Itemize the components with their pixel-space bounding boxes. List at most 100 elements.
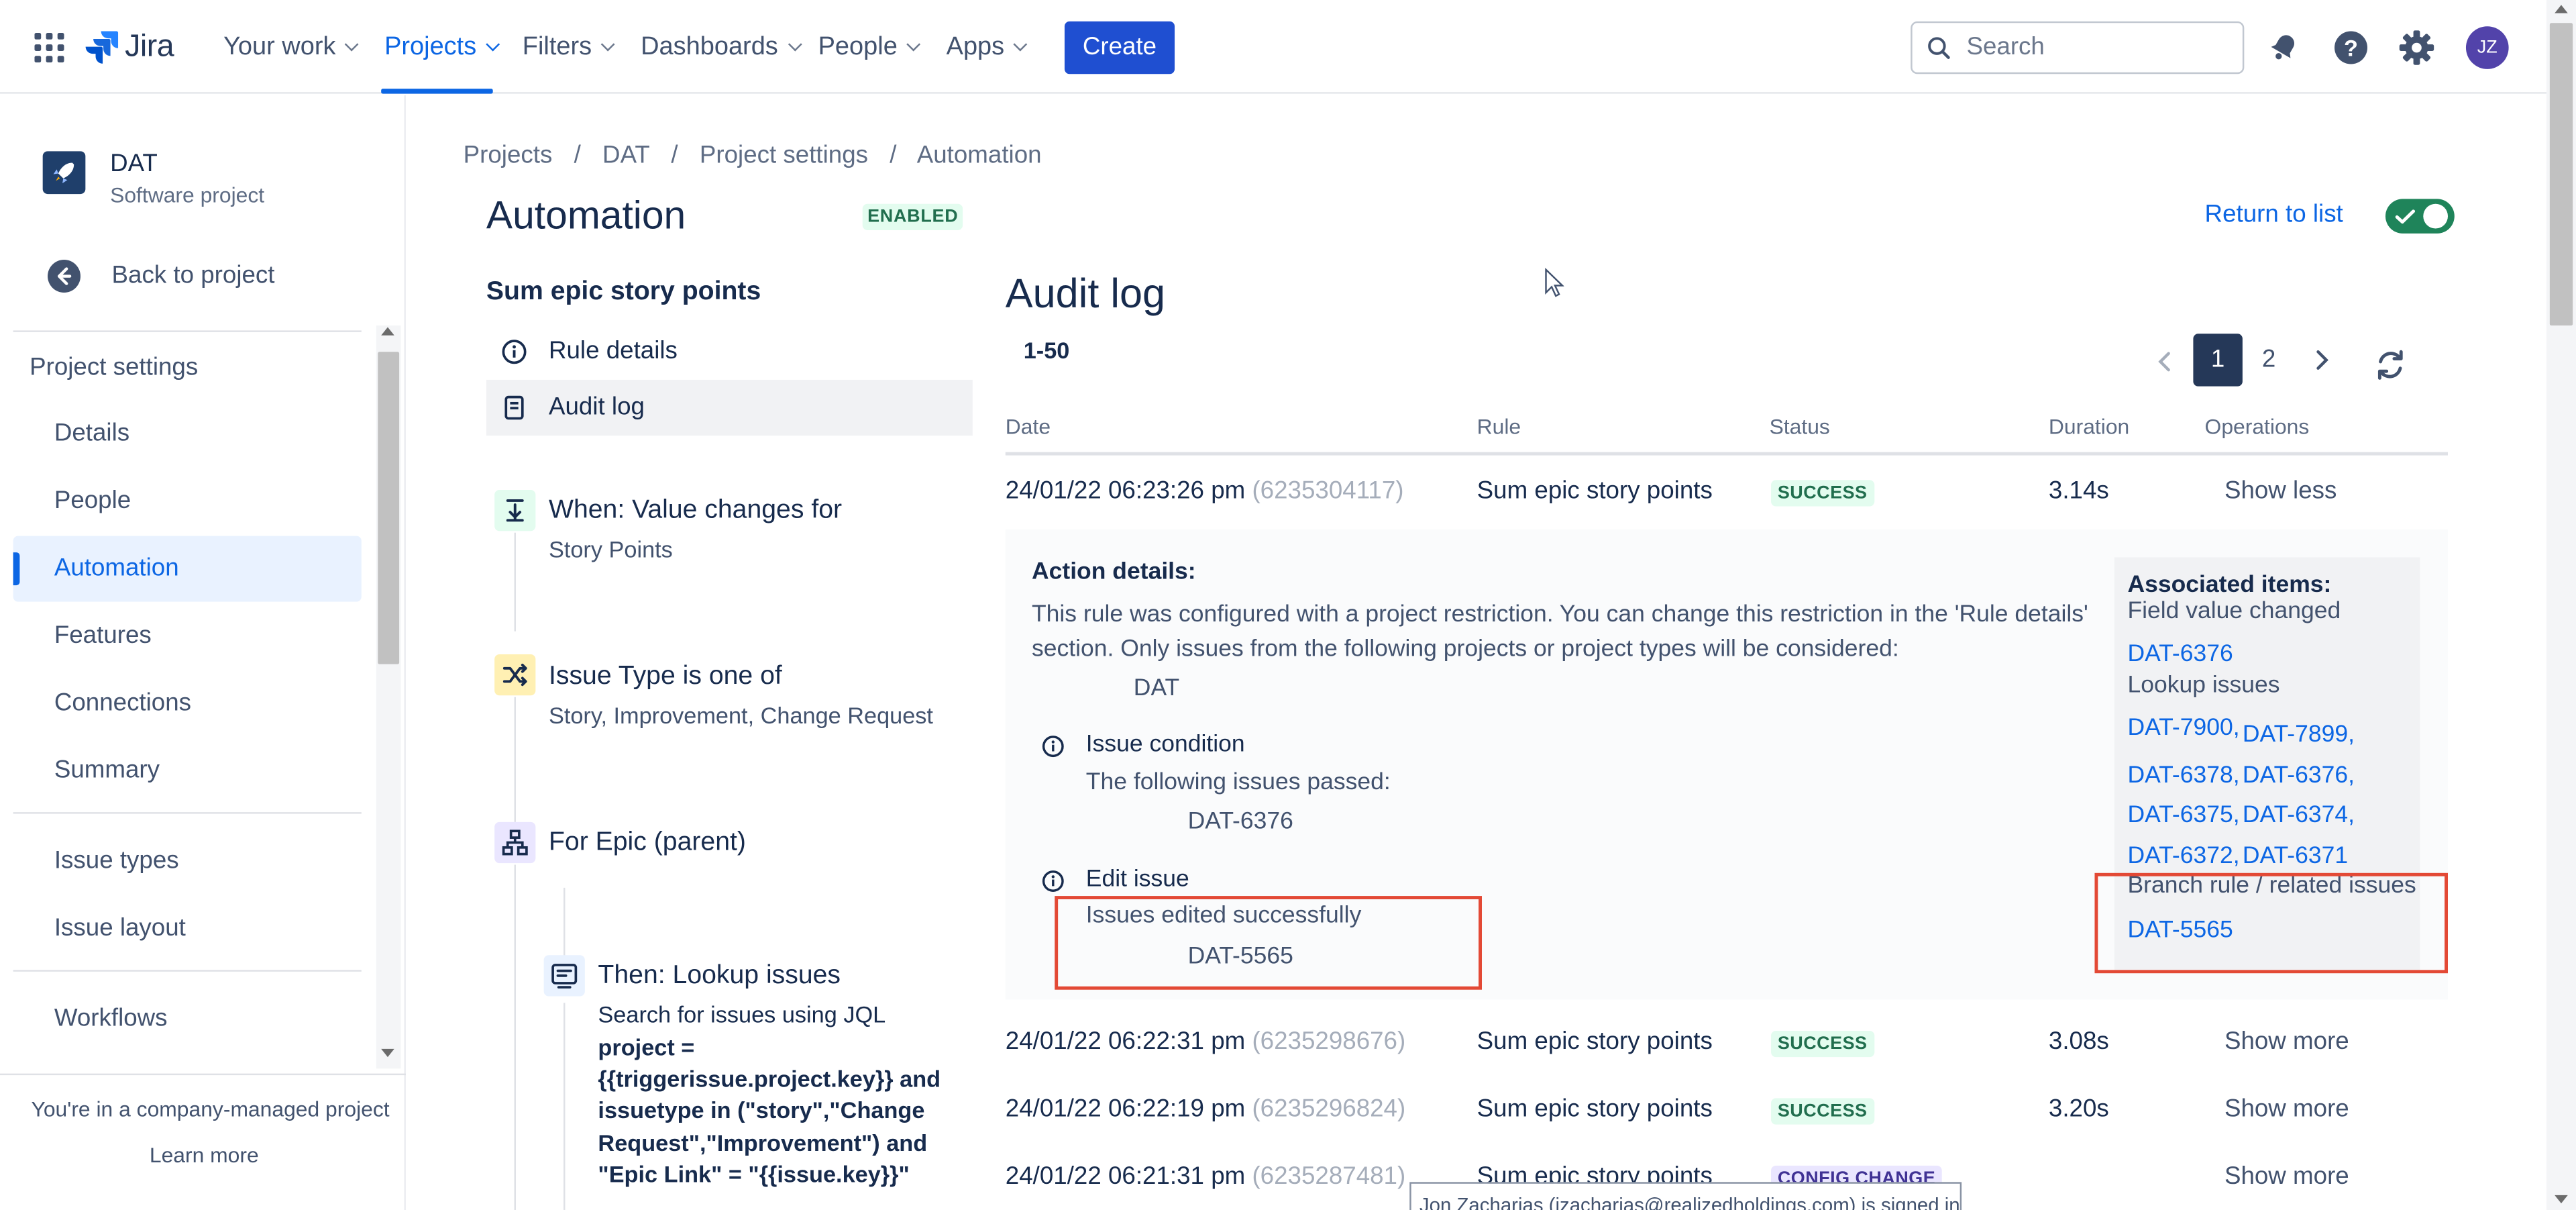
- page-scrollbar-thumb[interactable]: [2549, 23, 2573, 326]
- nav-projects[interactable]: Projects: [384, 0, 500, 94]
- gear-icon[interactable]: [2399, 30, 2435, 66]
- page-2-button[interactable]: 2: [2251, 334, 2287, 386]
- chevron-down-icon: [906, 37, 921, 52]
- nav-your-work[interactable]: Your work: [223, 0, 360, 94]
- app-switcher-icon[interactable]: [34, 32, 64, 63]
- nav-apps[interactable]: Apps: [947, 0, 1028, 94]
- page-1-button[interactable]: 1: [2193, 334, 2243, 387]
- table-header-divider: [1005, 452, 2449, 456]
- avatar[interactable]: JZ: [2465, 26, 2509, 69]
- issue-link[interactable]: DAT-6376,: [2243, 763, 2355, 789]
- scroll-down-arrow-icon[interactable]: [2555, 1195, 2568, 1204]
- return-to-list-link[interactable]: Return to list: [2205, 201, 2343, 229]
- component-title[interactable]: Issue Type is one of: [549, 662, 782, 692]
- create-button[interactable]: Create: [1064, 21, 1175, 74]
- nav-people[interactable]: People: [818, 0, 921, 94]
- status-badge: SUCCESS: [1771, 480, 1874, 507]
- sidebar-item-label: Workflows: [54, 1004, 168, 1033]
- nav-your-work-label: Your work: [223, 32, 336, 61]
- associated-items-heading: Associated items:: [2127, 572, 2332, 599]
- rule-nav-rule-details[interactable]: Rule details: [486, 324, 973, 380]
- check-icon: [2395, 209, 2416, 224]
- branch-hierarchy-icon: [494, 821, 536, 864]
- row-duration: 3.08s: [2048, 1027, 2109, 1056]
- issue-link[interactable]: DAT-7900,: [2127, 715, 2239, 742]
- sidebar-item-label: Issue types: [54, 846, 179, 875]
- sidebar-item-workflows[interactable]: Workflows: [13, 987, 362, 1052]
- learn-more-link[interactable]: Learn more: [150, 1143, 259, 1168]
- nav-filters[interactable]: Filters: [523, 0, 616, 94]
- sidebar-scrollbar-thumb[interactable]: [378, 352, 400, 664]
- show-less-link[interactable]: Show less: [2224, 476, 2337, 505]
- breadcrumb-project-settings[interactable]: Project settings: [700, 142, 868, 170]
- sidebar-item-issue-types[interactable]: Issue types: [13, 829, 362, 895]
- status-badge: ENABLED: [862, 203, 963, 230]
- issue-link[interactable]: DAT-6378,: [2127, 763, 2239, 789]
- edit-issue-title: Edit issue: [1085, 866, 1189, 893]
- sidebar-item-details[interactable]: Details: [13, 401, 362, 467]
- trigger-icon: [494, 490, 536, 532]
- sidebar-item-summary[interactable]: Summary: [13, 738, 362, 804]
- previous-page-chevron-icon[interactable]: [2157, 350, 2174, 372]
- rule-enabled-toggle[interactable]: [2385, 199, 2455, 234]
- rule-nav-audit-log[interactable]: Audit log: [486, 379, 973, 436]
- column-header-status: Status: [1769, 414, 1830, 440]
- audit-log-title: Audit log: [1005, 271, 1166, 317]
- nav-people-label: People: [818, 32, 898, 61]
- sidebar-item-label: Automation: [54, 554, 179, 583]
- row-date-text: 24/01/22 06:23:26 pm: [1005, 476, 1246, 505]
- sidebar-item-features[interactable]: Features: [13, 603, 362, 669]
- lookup-issues-label: Lookup issues: [2127, 672, 2280, 699]
- next-page-chevron-icon[interactable]: [2313, 348, 2329, 370]
- arrow-left-icon: [48, 260, 81, 293]
- scroll-down-arrow-icon[interactable]: [381, 1048, 394, 1058]
- breadcrumb-separator: /: [574, 141, 581, 170]
- sidebar-footer-text: You're in a company-managed project: [31, 1096, 390, 1121]
- rule-nav-label: Rule details: [548, 337, 678, 365]
- scroll-up-arrow-icon[interactable]: [2555, 5, 2568, 13]
- breadcrumb-automation[interactable]: Automation: [917, 142, 1042, 170]
- document-icon: [504, 395, 524, 420]
- back-to-project-button[interactable]: Back to project: [46, 258, 358, 295]
- lookup-issues-icon: [543, 955, 585, 997]
- show-more-link[interactable]: Show more: [2224, 1162, 2349, 1191]
- scroll-up-arrow-icon[interactable]: [381, 327, 394, 336]
- chevron-down-icon: [601, 37, 616, 52]
- issue-link[interactable]: DAT-6372,: [2127, 844, 2239, 870]
- show-more-link[interactable]: Show more: [2224, 1027, 2349, 1056]
- row-date: 24/01/22 06:22:31 pm (6235298676): [1006, 1027, 1405, 1056]
- breadcrumb-projects[interactable]: Projects: [464, 142, 553, 170]
- row-date: 24/01/22 06:22:19 pm (6235296824): [1006, 1095, 1405, 1123]
- jira-logo-icon: [85, 31, 119, 64]
- issue-link[interactable]: DAT-6374,: [2243, 802, 2355, 828]
- toggle-knob: [2423, 203, 2449, 229]
- issue-link[interactable]: DAT-6371: [2243, 844, 2348, 870]
- component-title[interactable]: Then: Lookup issues: [598, 962, 841, 991]
- show-more-link[interactable]: Show more: [2224, 1095, 2349, 1123]
- signed-in-tooltip: Jon Zacharias (jzacharias@realizedholdin…: [1409, 1182, 1962, 1210]
- project-sidebar: DAT Software project Back to project Pro…: [0, 95, 406, 1210]
- sidebar-item-people[interactable]: People: [13, 468, 362, 534]
- action-details-heading: Action details:: [1031, 558, 1196, 586]
- nav-dashboards[interactable]: Dashboards: [641, 0, 802, 94]
- search-icon: [1928, 37, 1950, 59]
- row-duration: 3.14s: [2048, 476, 2109, 505]
- refresh-icon[interactable]: [2372, 347, 2408, 383]
- mouse-cursor-icon: [1545, 268, 1564, 297]
- project-name[interactable]: DAT: [110, 150, 158, 178]
- breadcrumb-separator: /: [890, 141, 897, 170]
- flow-connector: [514, 532, 516, 632]
- sidebar-item-issue-layout[interactable]: Issue layout: [13, 896, 362, 962]
- sidebar-item-connections[interactable]: Connections: [13, 670, 362, 736]
- question-icon[interactable]: ?: [2333, 30, 2369, 66]
- issue-link[interactable]: DAT-7899,: [2243, 721, 2355, 748]
- jql-query: project = {{triggerissue.project.key}} a…: [598, 1033, 941, 1187]
- breadcrumb-dat[interactable]: DAT: [602, 142, 649, 170]
- bell-icon[interactable]: [2267, 32, 2300, 64]
- search-input[interactable]: Search: [1911, 21, 2245, 74]
- issue-link[interactable]: DAT-6376: [2127, 641, 2233, 667]
- sidebar-item-automation[interactable]: Automation: [13, 536, 362, 602]
- issue-link[interactable]: DAT-6375,: [2127, 802, 2239, 828]
- component-title[interactable]: When: Value changes for: [549, 497, 842, 526]
- component-title[interactable]: For Epic (parent): [549, 829, 746, 858]
